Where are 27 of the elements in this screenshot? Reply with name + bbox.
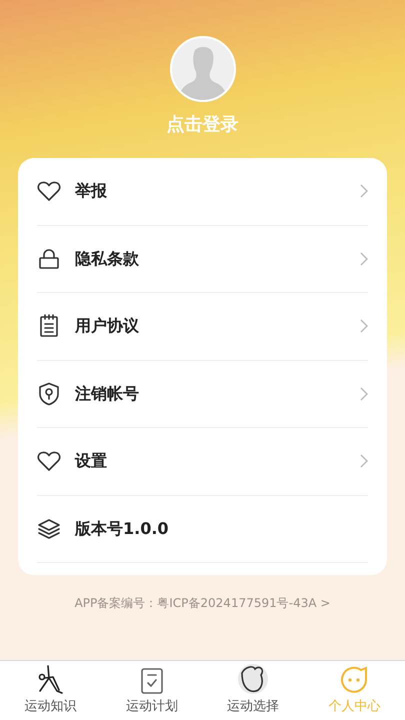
menu-item-label: 设置: [75, 450, 107, 472]
tab[interactable]: 运动知识: [0, 661, 102, 720]
smiley-icon: [339, 664, 370, 694]
chevron-right-icon: [360, 454, 368, 468]
heart-icon: [37, 450, 61, 472]
checklist-icon: [140, 666, 164, 694]
menu-item-label: 注销帐号: [75, 382, 139, 405]
tab[interactable]: 运动选择: [202, 661, 304, 720]
menu-item-label: 用户协议: [75, 315, 139, 338]
lock-icon: [38, 248, 60, 269]
heart-icon: [37, 180, 61, 202]
menu-item-label: 举报: [75, 180, 107, 202]
chevron-right-icon: [360, 252, 368, 266]
menu-item[interactable]: 用户协议: [37, 293, 368, 360]
menu-item[interactable]: 举报: [37, 158, 368, 226]
layers-icon: [37, 518, 61, 540]
menu-item-label: 隐私条款: [75, 248, 139, 270]
menu-item[interactable]: 注销帐号: [37, 360, 368, 428]
stretching-figure-icon: [36, 664, 65, 694]
menu-item[interactable]: 隐私条款: [37, 226, 368, 293]
shield-icon: [38, 382, 60, 406]
tab[interactable]: 运动计划: [101, 661, 202, 720]
chevron-right-icon: [360, 184, 368, 198]
menu-item-label: 版本号1.0.0: [75, 518, 169, 540]
chevron-right-icon: [360, 319, 368, 334]
chevron-right-icon: [360, 386, 368, 401]
notepad-icon: [39, 314, 59, 338]
